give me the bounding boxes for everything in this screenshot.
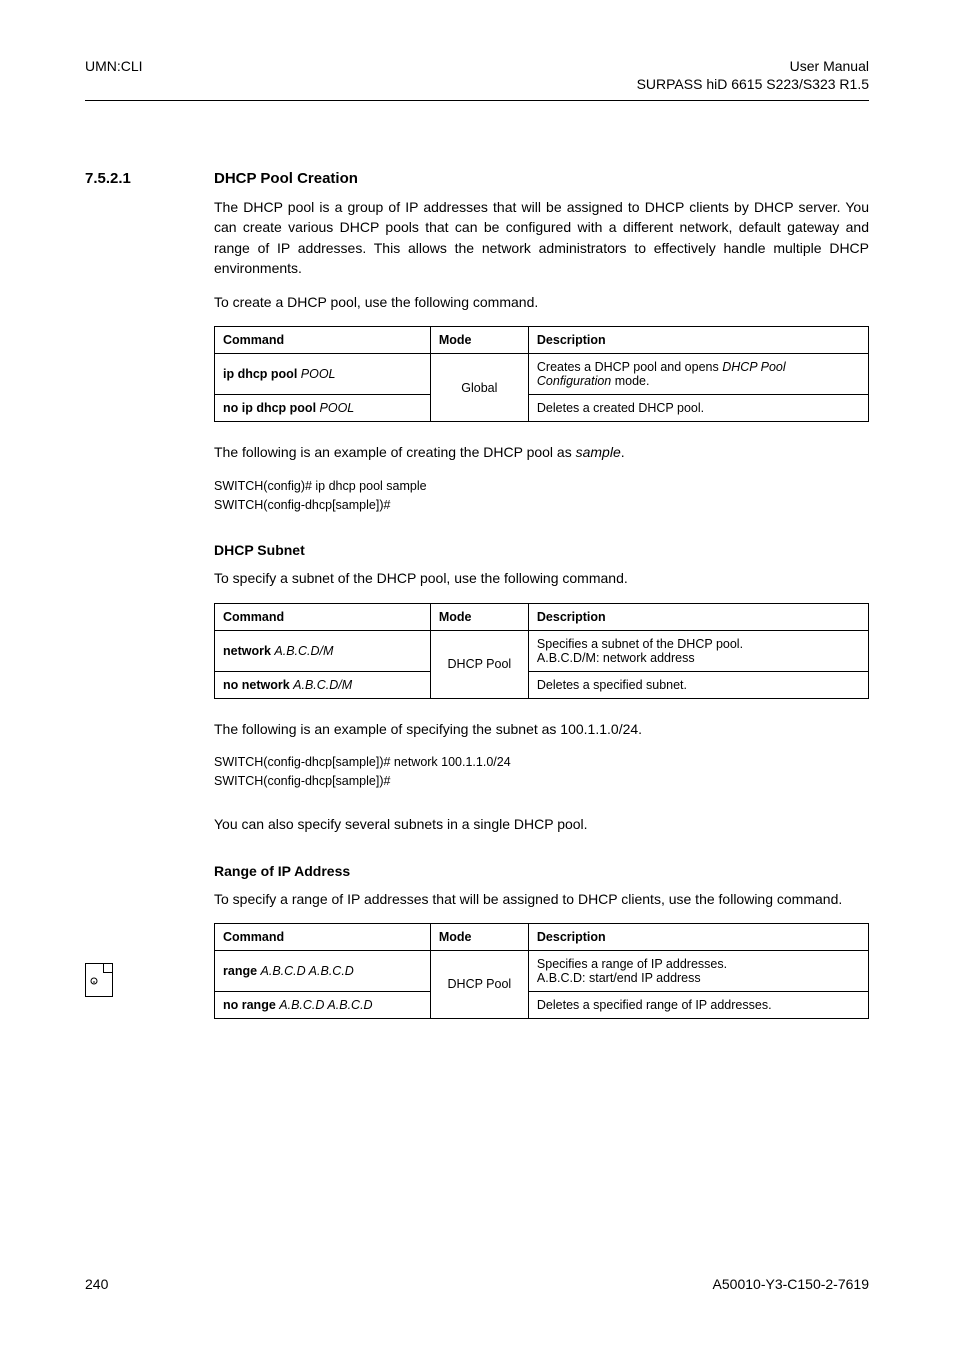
desc-line2: A.B.C.D: start/end IP address: [537, 971, 701, 985]
cmd-cell: range A.B.C.D A.B.C.D: [215, 950, 431, 991]
note-icon-fold: [103, 964, 112, 973]
table-create-pool: Command Mode Description ip dhcp pool PO…: [214, 326, 869, 422]
example1-intro-pre: The following is an example of creating …: [214, 444, 576, 460]
subnet-subtitle: DHCP Subnet: [214, 542, 869, 558]
table-row: no network A.B.C.D/M Deletes a specified…: [215, 671, 869, 698]
footer-page-number: 240: [85, 1276, 108, 1292]
content-column: DHCP Pool Creation The DHCP pool is a gr…: [214, 170, 869, 1039]
cmd-plain: no network: [223, 678, 293, 692]
table-header-row: Command Mode Description: [215, 327, 869, 354]
desc-cell: Deletes a specified range of IP addresse…: [528, 991, 868, 1018]
example1-line1: SWITCH(config)# ip dhcp pool sample: [214, 479, 427, 493]
cmd-plain: ip dhcp pool: [223, 367, 301, 381]
th-mode: Mode: [430, 327, 528, 354]
header-right: User Manual SURPASS hiD 6615 S223/S323 R…: [637, 58, 869, 92]
header-right-line1: User Manual: [637, 58, 869, 74]
cmd-cell: no network A.B.C.D/M: [215, 671, 431, 698]
desc-cell: Specifies a range of IP addresses. A.B.C…: [528, 950, 868, 991]
desc-cell: Deletes a created DHCP pool.: [528, 395, 868, 422]
th-command: Command: [215, 327, 431, 354]
section-title: DHCP Pool Creation: [214, 170, 869, 187]
cmd-italic: A.B.C.D/M: [293, 678, 352, 692]
table-row: range A.B.C.D A.B.C.D DHCP Pool Specifie…: [215, 950, 869, 991]
cmd-cell: no ip dhcp pool POOL: [215, 395, 431, 422]
table-subnet: Command Mode Description network A.B.C.D…: [214, 603, 869, 699]
note-text: You can also specify several subnets in …: [214, 814, 869, 834]
cmd-plain: range: [223, 964, 261, 978]
example2-line1: SWITCH(config-dhcp[sample])# network 100…: [214, 755, 511, 769]
cmd-italic: A.B.C.D A.B.C.D: [279, 998, 372, 1012]
example1-intro: The following is an example of creating …: [214, 442, 869, 462]
example2-block: SWITCH(config-dhcp[sample])# network 100…: [214, 753, 869, 791]
table-row: ip dhcp pool POOL Global Creates a DHCP …: [215, 354, 869, 395]
example1-intro-italic: sample: [576, 444, 621, 460]
intro-paragraph: The DHCP pool is a group of IP addresses…: [214, 197, 869, 278]
subnet-intro: To specify a subnet of the DHCP pool, us…: [214, 568, 869, 588]
example1-line2: SWITCH(config-dhcp[sample])#: [214, 498, 390, 512]
page-header: UMN:CLI User Manual SURPASS hiD 6615 S22…: [85, 58, 869, 92]
mode-cell: DHCP Pool: [430, 950, 528, 1018]
table-range: Command Mode Description range A.B.C.D A…: [214, 923, 869, 1019]
cmd-italic: POOL: [320, 401, 355, 415]
range-intro: To specify a range of IP addresses that …: [214, 889, 869, 909]
example1-block: SWITCH(config)# ip dhcp pool sample SWIT…: [214, 477, 869, 515]
desc-line1: Specifies a subnet of the DHCP pool.: [537, 637, 743, 651]
cmd-cell: network A.B.C.D/M: [215, 630, 431, 671]
section-number: 7.5.2.1: [85, 170, 131, 187]
th-description: Description: [528, 327, 868, 354]
range-subtitle: Range of IP Address: [214, 863, 869, 879]
mode-cell: Global: [430, 354, 528, 422]
th-description: Description: [528, 923, 868, 950]
desc-cell: Creates a DHCP pool and opens DHCP Pool …: [528, 354, 868, 395]
th-mode: Mode: [430, 923, 528, 950]
example1-intro-post: .: [621, 444, 625, 460]
desc-text-pre: Creates a DHCP pool and opens: [537, 360, 722, 374]
cmd-plain: no ip dhcp pool: [223, 401, 320, 415]
table-row: network A.B.C.D/M DHCP Pool Specifies a …: [215, 630, 869, 671]
cmd-plain: no range: [223, 998, 279, 1012]
cmd-italic: A.B.C.D/M: [274, 644, 333, 658]
th-command: Command: [215, 923, 431, 950]
table-header-row: Command Mode Description: [215, 923, 869, 950]
th-description: Description: [528, 603, 868, 630]
cmd-cell: ip dhcp pool POOL: [215, 354, 431, 395]
desc-cell: Deletes a specified subnet.: [528, 671, 868, 698]
table-header-row: Command Mode Description: [215, 603, 869, 630]
footer-doc-id: A50010-Y3-C150-2-7619: [713, 1276, 869, 1292]
desc-text-post: mode.: [611, 374, 649, 388]
info-icon: [90, 975, 110, 987]
table-row: no ip dhcp pool POOL Deletes a created D…: [215, 395, 869, 422]
th-command: Command: [215, 603, 431, 630]
header-right-line2: SURPASS hiD 6615 S223/S323 R1.5: [637, 76, 869, 92]
th-mode: Mode: [430, 603, 528, 630]
mode-cell: DHCP Pool: [430, 630, 528, 698]
cmd-cell: no range A.B.C.D A.B.C.D: [215, 991, 431, 1018]
create-pool-intro: To create a DHCP pool, use the following…: [214, 292, 869, 312]
example2-line2: SWITCH(config-dhcp[sample])#: [214, 774, 390, 788]
header-divider: [85, 100, 869, 101]
example2-intro: The following is an example of specifyin…: [214, 719, 869, 739]
desc-line1: Specifies a range of IP addresses.: [537, 957, 727, 971]
desc-line2: A.B.C.D/M: network address: [537, 651, 695, 665]
cmd-plain: network: [223, 644, 274, 658]
header-left: UMN:CLI: [85, 58, 143, 92]
note-icon: [85, 963, 113, 997]
table-row: no range A.B.C.D A.B.C.D Deletes a speci…: [215, 991, 869, 1018]
desc-cell: Specifies a subnet of the DHCP pool. A.B…: [528, 630, 868, 671]
cmd-italic: POOL: [301, 367, 336, 381]
cmd-italic: A.B.C.D A.B.C.D: [261, 964, 354, 978]
